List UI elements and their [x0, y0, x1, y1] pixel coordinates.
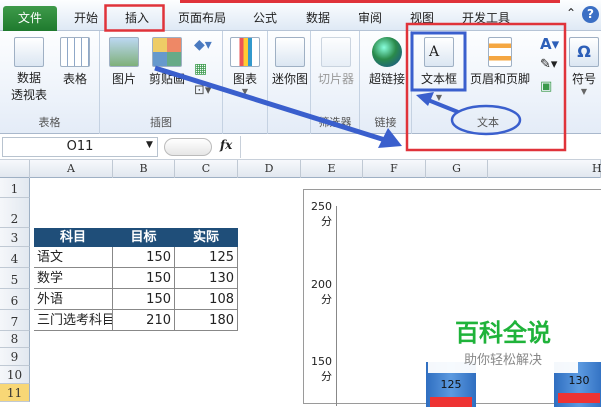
annotation-red-bar: [180, 0, 560, 3]
annotation-ellipse: [450, 104, 522, 136]
annotation-insert-box: [104, 4, 165, 32]
annotation-textbox-box: [410, 31, 467, 92]
annotation-arrow-line: [427, 98, 459, 114]
annotation-text-group-box: [405, 22, 567, 152]
annotation-arrow-line: [154, 65, 386, 143]
annotation-arrowhead: [416, 92, 434, 106]
annotation-overlay: [104, 0, 567, 152]
